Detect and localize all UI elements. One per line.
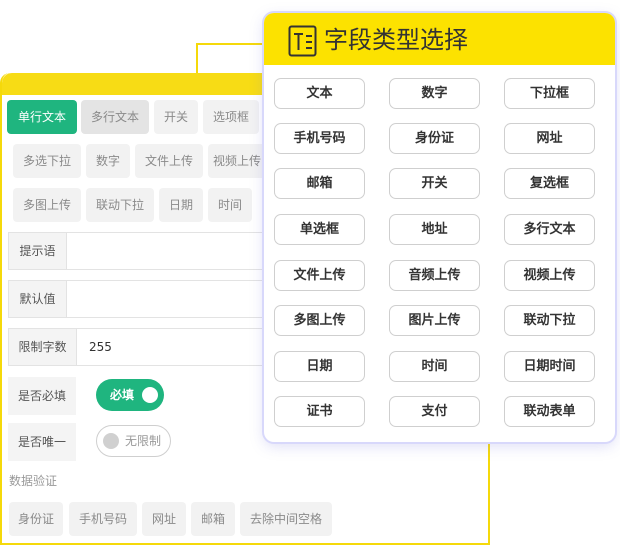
field-type-option[interactable]: 开关 <box>389 168 480 199</box>
field-type-picker: 字段类型选择 文本 数字 下拉框手机号码 身份证 网址邮箱 开关 复选框单选框 地址 多行文本文… <box>264 13 615 442</box>
field-type-option[interactable]: 数字 <box>389 78 480 109</box>
limit-label: 限制字数 <box>9 329 77 365</box>
field-type-option[interactable]: 时间 <box>389 351 480 382</box>
toggle-knob <box>103 433 119 449</box>
validation-trim-spaces[interactable]: 去除中间空格 <box>240 502 332 536</box>
type-tab-multi-image[interactable]: 多图上传 <box>13 188 81 222</box>
validation-url[interactable]: 网址 <box>142 502 186 536</box>
toggle-knob <box>142 387 158 403</box>
type-tab-multi-text[interactable]: 多行文本 <box>81 100 149 134</box>
field-type-option[interactable]: 地址 <box>389 214 480 245</box>
required-toggle-label: 必填 <box>110 388 135 402</box>
text-field-icon <box>288 25 317 57</box>
field-type-option[interactable]: 邮箱 <box>274 168 365 199</box>
hint-label: 提示语 <box>9 233 67 269</box>
field-type-option[interactable]: 图片上传 <box>389 305 480 336</box>
field-type-option[interactable]: 联动表单 <box>504 396 595 427</box>
field-type-option[interactable]: 文本 <box>274 78 365 109</box>
field-type-option[interactable]: 复选框 <box>504 168 595 199</box>
field-type-option[interactable]: 下拉框 <box>504 78 595 109</box>
field-type-option[interactable]: 视频上传 <box>504 260 595 291</box>
field-type-option[interactable]: 日期 <box>274 351 365 382</box>
picker-title: 字段类型选择 <box>324 26 468 54</box>
type-tab-single-text[interactable]: 单行文本 <box>7 100 77 134</box>
field-type-option[interactable]: 支付 <box>389 396 480 427</box>
field-type-option[interactable]: 音频上传 <box>389 260 480 291</box>
type-tab-cascade-select[interactable]: 联动下拉 <box>86 188 154 222</box>
field-type-option[interactable]: 多图上传 <box>274 305 365 336</box>
field-type-option[interactable]: 日期时间 <box>504 351 595 382</box>
field-type-option[interactable]: 网址 <box>504 123 595 154</box>
connector-line <box>196 43 266 74</box>
field-type-option[interactable]: 手机号码 <box>274 123 365 154</box>
required-toggle[interactable]: 必填 <box>96 379 164 411</box>
field-type-option[interactable]: 联动下拉 <box>504 305 595 336</box>
unique-label: 是否唯一 <box>8 423 76 461</box>
required-label: 是否必填 <box>8 377 76 415</box>
field-type-option[interactable]: 多行文本 <box>504 214 595 245</box>
field-type-option[interactable]: 文件上传 <box>274 260 365 291</box>
type-tab-video-upload[interactable]: 视频上传 <box>208 144 266 178</box>
stage: 单行文本 多行文本 开关 选项框 多选下拉 数字 文件上传 视频上传 多图上传 … <box>0 0 620 545</box>
type-tab-file-upload[interactable]: 文件上传 <box>135 144 203 178</box>
unique-toggle[interactable]: 无限制 <box>96 425 171 457</box>
type-tab-switch[interactable]: 开关 <box>154 100 198 134</box>
type-tab-option[interactable]: 选项框 <box>203 100 259 134</box>
picker-header: 字段类型选择 <box>264 13 615 65</box>
default-label: 默认值 <box>9 281 67 317</box>
type-tab-multi-select[interactable]: 多选下拉 <box>13 144 81 178</box>
limit-input[interactable]: 255 <box>89 329 112 365</box>
type-tab-time[interactable]: 时间 <box>208 188 252 222</box>
field-type-option[interactable]: 身份证 <box>389 123 480 154</box>
field-type-option[interactable]: 单选框 <box>274 214 365 245</box>
type-tab-date[interactable]: 日期 <box>159 188 203 222</box>
validation-email[interactable]: 邮箱 <box>191 502 235 536</box>
validation-label: 数据验证 <box>9 474 58 488</box>
field-type-option[interactable]: 证书 <box>274 396 365 427</box>
validation-id-card[interactable]: 身份证 <box>9 502 63 536</box>
type-tab-number[interactable]: 数字 <box>86 144 130 178</box>
validation-phone[interactable]: 手机号码 <box>69 502 137 536</box>
unique-toggle-label: 无限制 <box>125 434 162 448</box>
